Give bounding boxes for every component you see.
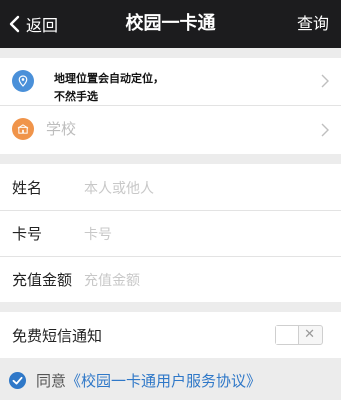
back-chevron-icon <box>9 15 20 33</box>
agreement-link[interactable]: 《校园一卡通用户服务协议》 <box>66 372 261 390</box>
amount-label: 充值金额 <box>12 271 73 289</box>
query-button[interactable]: 查询 <box>297 0 329 48</box>
location-hint-line1: 地理位置会自动定位， <box>54 72 164 85</box>
name-input[interactable]: 本人或他人 <box>84 178 154 198</box>
close-icon: ✕ <box>304 327 315 342</box>
recharge-form-card: 姓名 本人或他人 卡号 卡号 充值金额 充值金额 <box>0 164 341 302</box>
sms-notification-row: 免费短信通知 ✕ <box>0 312 341 358</box>
chevron-right-icon <box>321 123 329 137</box>
location-pin-icon <box>12 70 34 92</box>
agreement-prefix: 同意 <box>36 372 67 390</box>
school-icon <box>12 118 34 140</box>
sms-toggle[interactable]: ✕ <box>275 325 323 345</box>
chevron-right-icon <box>321 74 329 88</box>
name-label: 姓名 <box>12 179 43 197</box>
school-placeholder: 学校 <box>46 120 77 138</box>
divider <box>0 210 341 211</box>
navbar: 返回 校园一卡通 查询 <box>0 0 341 48</box>
sms-label: 免费短信通知 <box>12 327 103 345</box>
amount-input[interactable]: 充值金额 <box>84 270 140 290</box>
card-number-input[interactable]: 卡号 <box>84 224 112 244</box>
card-number-label: 卡号 <box>12 225 43 243</box>
agreement-row: 同意《校园一卡通用户服务协议》 <box>0 362 341 400</box>
location-hint-line2: 不然手选 <box>54 90 98 103</box>
check-circle-icon[interactable] <box>9 372 26 389</box>
divider <box>0 256 341 257</box>
toggle-knob <box>276 326 299 344</box>
back-button[interactable]: 返回 <box>8 0 58 48</box>
back-label: 返回 <box>26 16 59 35</box>
agreement-text: 同意《校园一卡通用户服务协议》 <box>36 370 261 391</box>
location-row[interactable]: 地理位置会自动定位， 不然手选 <box>0 58 341 105</box>
location-hint: 地理位置会自动定位， 不然手选 <box>54 70 164 106</box>
